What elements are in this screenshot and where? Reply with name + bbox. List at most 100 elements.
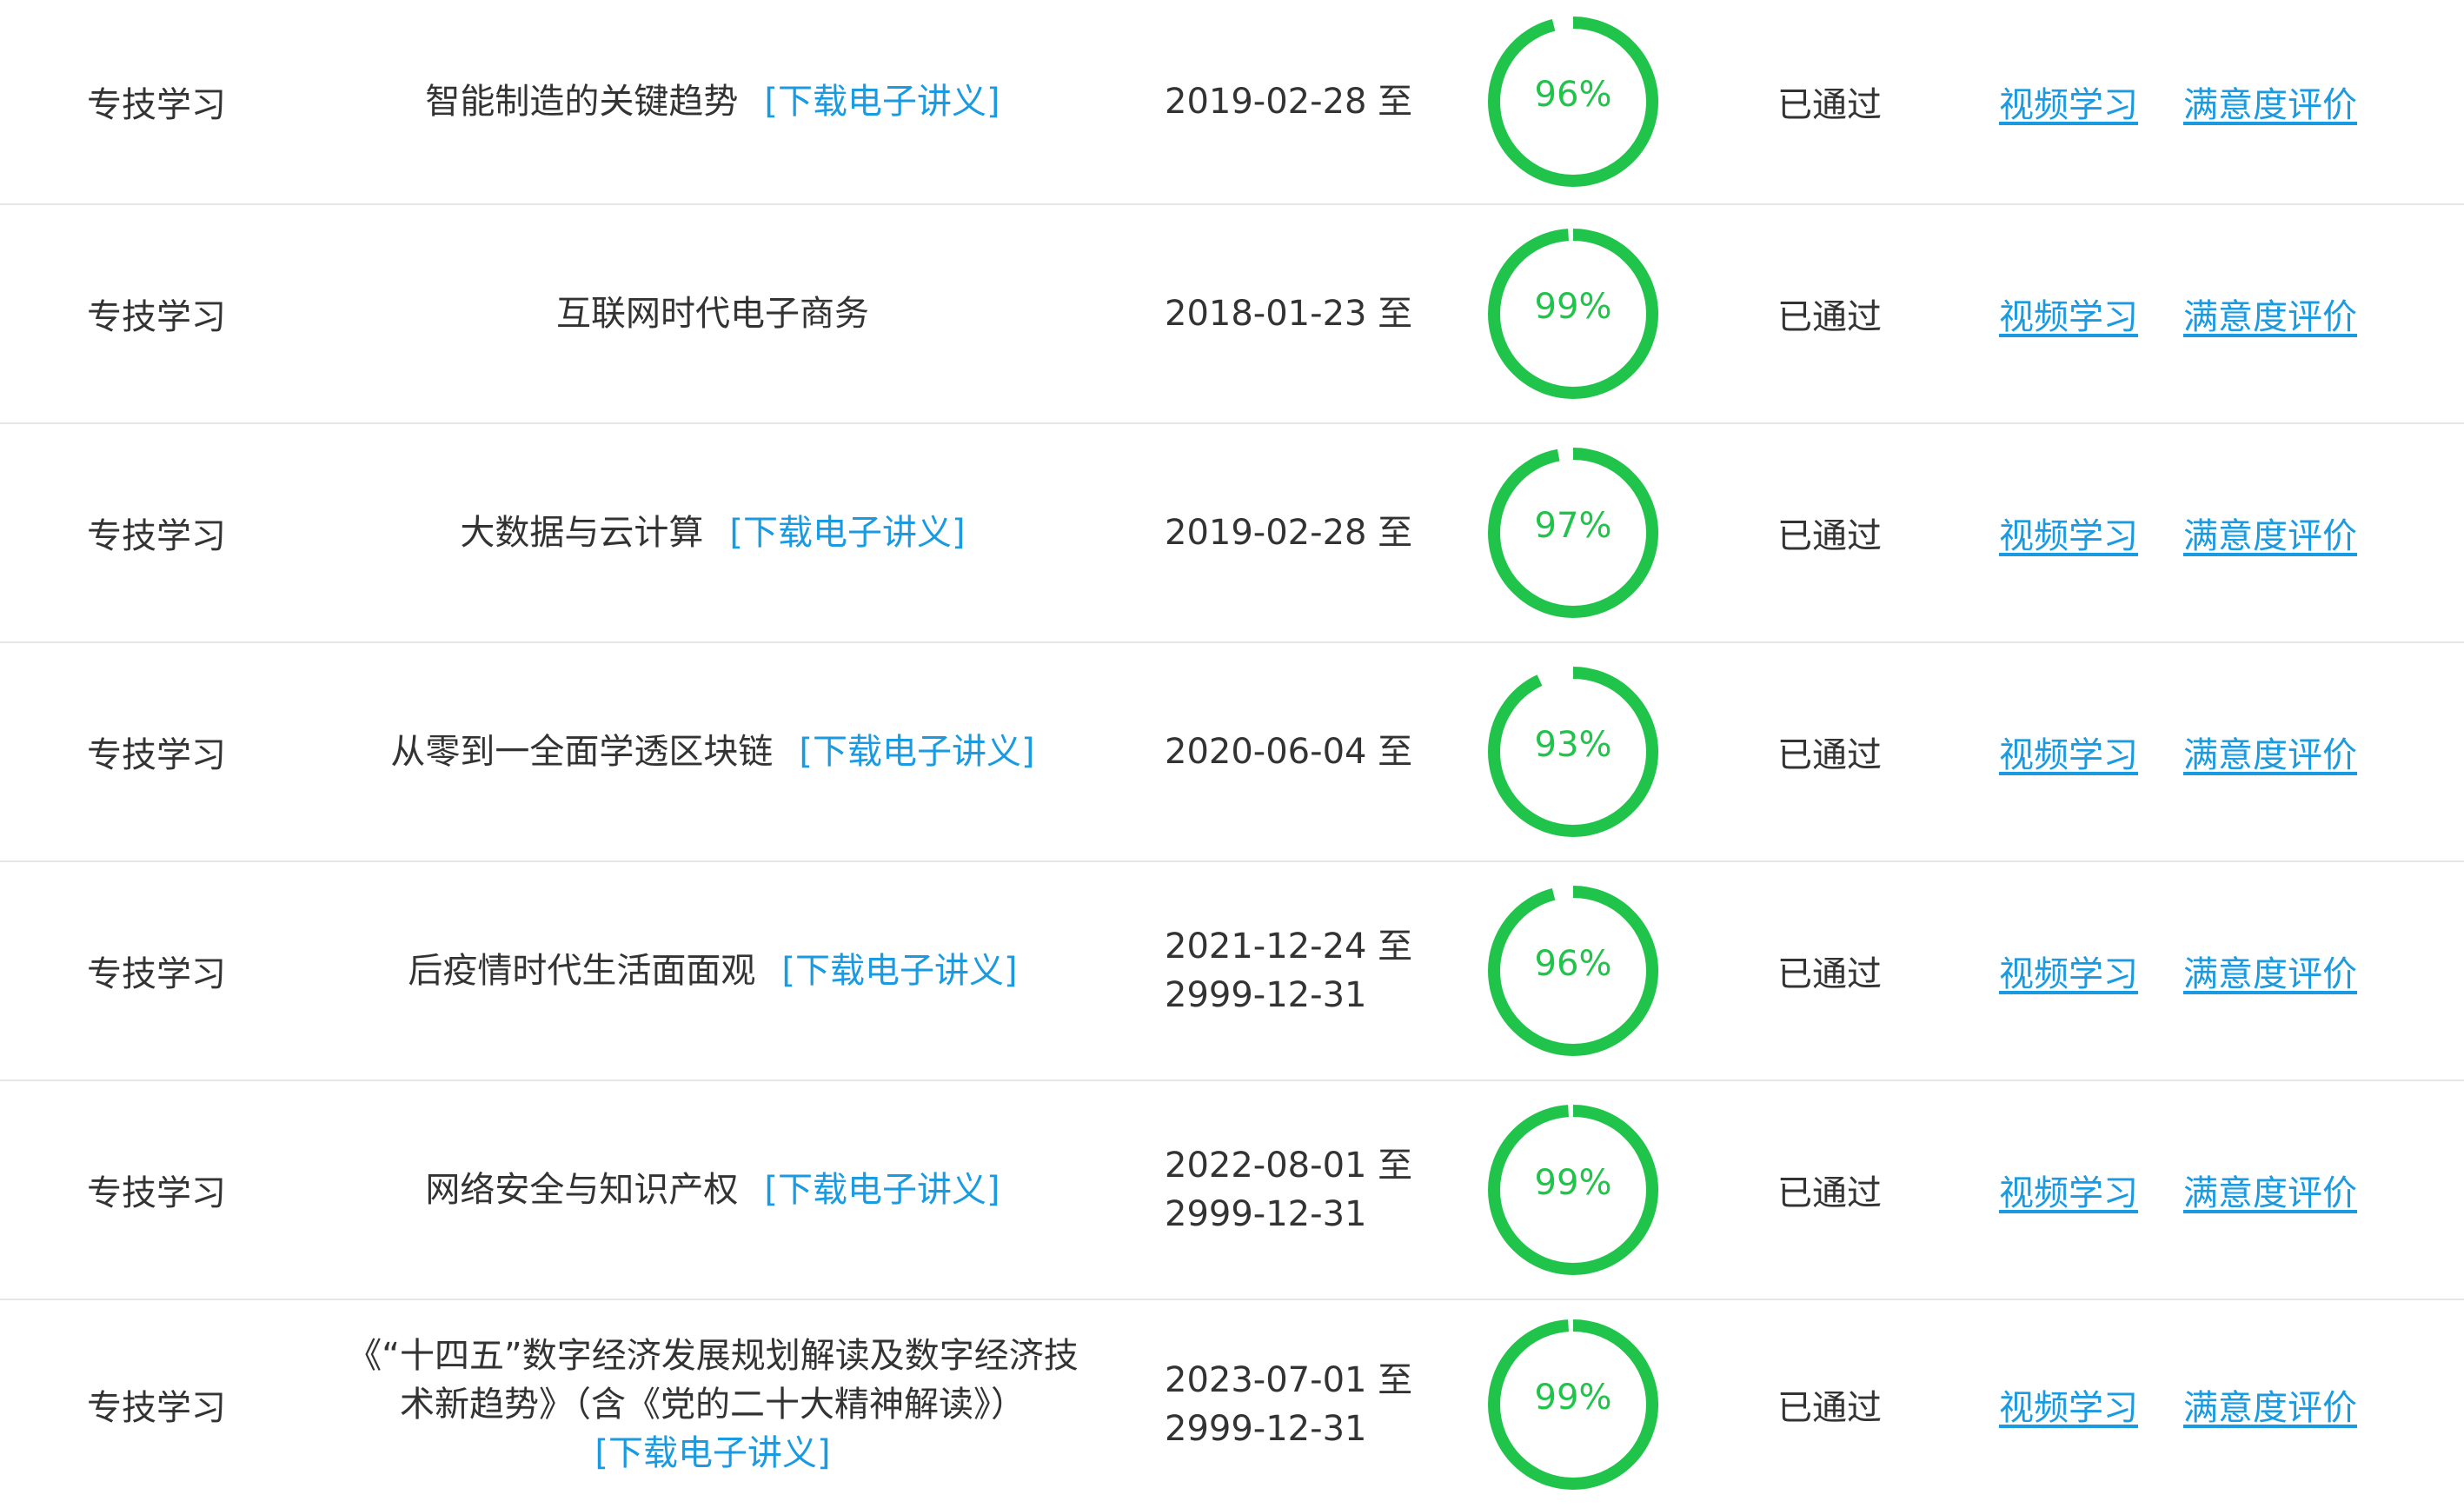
- status-text: 已通过: [1777, 297, 1882, 337]
- actions-cell: 视频学习 满意度评价: [1999, 205, 2416, 422]
- date-range: 2021-12-24 至 2999-12-31: [1165, 862, 1451, 1080]
- date-start: 2022-08-01 至: [1165, 1146, 1413, 1186]
- video-study-link[interactable]: 视频学习: [1999, 946, 2138, 996]
- progress-percent: 96%: [1534, 75, 1612, 115]
- actions-cell: 视频学习 满意度评价: [1999, 862, 2416, 1080]
- date-start: 2020-06-04 至: [1165, 732, 1413, 772]
- course-title-cell: 后疫情时代生活面面观 [下载电子讲义]: [313, 862, 1112, 1080]
- download-handout-link[interactable]: [下载电子讲义]: [799, 732, 1034, 772]
- actions-cell: 视频学习 满意度评价: [1999, 424, 2416, 641]
- progress-ring: 96%: [1488, 17, 1658, 187]
- status-text: 已通过: [1777, 1387, 1882, 1428]
- status-text: 已通过: [1777, 85, 1882, 125]
- course-type: 专技学习: [87, 735, 226, 775]
- course-title-cell: 网络安全与知识产权 [下载电子讲义]: [313, 1081, 1112, 1299]
- date-range: 2019-02-28 至: [1165, 424, 1451, 641]
- course-type: 专技学习: [87, 85, 226, 125]
- download-handout-link[interactable]: [下载电子讲义]: [729, 513, 965, 553]
- table-row: 专技学习 智能制造的关键趋势 [下载电子讲义] 2019-02-28 至 96% 已通过 视…: [0, 0, 2464, 205]
- status-text: 已通过: [1777, 954, 1882, 994]
- date-end: 2999-12-31: [1165, 975, 1367, 1015]
- course-title-cell: 互联网时代电子商务: [313, 205, 1112, 422]
- progress-ring: 99%: [1488, 229, 1658, 399]
- video-study-link[interactable]: 视频学习: [1999, 1165, 2138, 1215]
- date-range: 2020-06-04 至: [1165, 643, 1451, 860]
- table-row: 专技学习 从零到一全面学透区块链 [下载电子讲义] 2020-06-04 至 93% 已通…: [0, 643, 2464, 862]
- course-type: 专技学习: [87, 297, 226, 337]
- table-row: 专技学习 大数据与云计算 [下载电子讲义] 2019-02-28 至 97% 已通过 视频学…: [0, 424, 2464, 643]
- table-row: 专技学习 网络安全与知识产权 [下载电子讲义] 2022-08-01 至 2999-12…: [0, 1081, 2464, 1300]
- date-end: 2999-12-31: [1165, 1408, 1367, 1449]
- progress-percent: 93%: [1534, 725, 1612, 765]
- download-handout-link[interactable]: [下载电子讲义]: [764, 82, 1000, 122]
- video-study-link[interactable]: 视频学习: [1999, 727, 2138, 777]
- date-end: 2999-12-31: [1165, 1194, 1367, 1234]
- actions-cell: 视频学习 满意度评价: [1999, 1300, 2416, 1508]
- course-title: 后疫情时代生活面面观: [408, 951, 756, 991]
- status-text: 已通过: [1777, 1173, 1882, 1213]
- course-title: 智能制造的关键趋势: [425, 82, 739, 122]
- progress-percent: 99%: [1534, 1163, 1612, 1203]
- date-start: 2018-01-23 至: [1165, 294, 1413, 334]
- date-start: 2021-12-24 至: [1165, 927, 1413, 967]
- date-range: 2022-08-01 至 2999-12-31: [1165, 1081, 1451, 1299]
- course-type: 专技学习: [87, 954, 226, 994]
- course-title-cell: 《“十四五”数字经济发展规划解读及数字经济技术新趋势》（含《党的二十大精神解读》…: [313, 1300, 1112, 1508]
- course-title-cell: 从零到一全面学透区块链 [下载电子讲义]: [313, 643, 1112, 860]
- progress-cell: 96%: [1478, 0, 1669, 203]
- course-type: 专技学习: [87, 516, 226, 556]
- actions-cell: 视频学习 满意度评价: [1999, 0, 2416, 203]
- progress-ring: 93%: [1488, 667, 1658, 837]
- video-study-link[interactable]: 视频学习: [1999, 1379, 2138, 1430]
- table-row: 专技学习 互联网时代电子商务 2018-01-23 至 99% 已通过 视频学习 满意度评价: [0, 205, 2464, 424]
- satisfaction-eval-link[interactable]: 满意度评价: [2183, 1379, 2357, 1430]
- course-title: 网络安全与知识产权: [425, 1170, 739, 1210]
- progress-ring: 97%: [1488, 448, 1658, 618]
- satisfaction-eval-link[interactable]: 满意度评价: [2183, 289, 2357, 339]
- table-row: 专技学习 《“十四五”数字经济发展规划解读及数字经济技术新趋势》（含《党的二十大精…: [0, 1300, 2464, 1508]
- progress-cell: 97%: [1478, 424, 1669, 641]
- course-title: 互联网时代电子商务: [556, 294, 869, 334]
- course-title: 《“十四五”数字经济发展规划解读及数字经济技术新趋势》（含《党的二十大精神解读》…: [347, 1335, 1079, 1425]
- date-start: 2023-07-01 至: [1165, 1359, 1413, 1400]
- satisfaction-eval-link[interactable]: 满意度评价: [2183, 508, 2357, 558]
- download-handout-link[interactable]: [下载电子讲义]: [764, 1170, 1000, 1210]
- progress-ring: 99%: [1488, 1105, 1658, 1275]
- satisfaction-eval-link[interactable]: 满意度评价: [2183, 946, 2357, 996]
- actions-cell: 视频学习 满意度评价: [1999, 643, 2416, 860]
- progress-cell: 99%: [1478, 1300, 1669, 1508]
- satisfaction-eval-link[interactable]: 满意度评价: [2183, 727, 2357, 777]
- table-row: 专技学习 后疫情时代生活面面观 [下载电子讲义] 2021-12-24 至 2999-1…: [0, 862, 2464, 1081]
- progress-cell: 96%: [1478, 862, 1669, 1080]
- video-study-link[interactable]: 视频学习: [1999, 76, 2138, 127]
- status-text: 已通过: [1777, 516, 1882, 556]
- date-start: 2019-02-28 至: [1165, 513, 1413, 553]
- progress-percent: 99%: [1534, 287, 1612, 327]
- date-range: 2023-07-01 至 2999-12-31: [1165, 1300, 1451, 1508]
- course-title: 大数据与云计算: [460, 513, 704, 553]
- progress-cell: 99%: [1478, 205, 1669, 422]
- course-table: 专技学习 智能制造的关键趋势 [下载电子讲义] 2019-02-28 至 96% 已通过视…: [0, 0, 2464, 1508]
- progress-percent: 99%: [1534, 1377, 1612, 1418]
- satisfaction-eval-link[interactable]: 满意度评价: [2183, 1165, 2357, 1215]
- date-range: 2018-01-23 至: [1165, 205, 1451, 422]
- progress-ring: 96%: [1488, 886, 1658, 1056]
- course-title-cell: 大数据与云计算 [下载电子讲义]: [313, 424, 1112, 641]
- date-start: 2019-02-28 至: [1165, 82, 1413, 122]
- video-study-link[interactable]: 视频学习: [1999, 289, 2138, 339]
- progress-cell: 93%: [1478, 643, 1669, 860]
- status-text: 已通过: [1777, 735, 1882, 775]
- satisfaction-eval-link[interactable]: 满意度评价: [2183, 76, 2357, 127]
- course-title: 从零到一全面学透区块链: [390, 732, 774, 772]
- actions-cell: 视频学习 满意度评价: [1999, 1081, 2416, 1299]
- progress-percent: 96%: [1534, 944, 1612, 984]
- progress-cell: 99%: [1478, 1081, 1669, 1299]
- progress-percent: 97%: [1534, 506, 1612, 546]
- download-handout-link[interactable]: [下载电子讲义]: [781, 951, 1017, 991]
- course-type: 专技学习: [87, 1173, 226, 1213]
- progress-ring: 99%: [1488, 1319, 1658, 1490]
- date-range: 2019-02-28 至: [1165, 0, 1451, 203]
- download-handout-link[interactable]: [下载电子讲义]: [330, 1429, 1095, 1478]
- video-study-link[interactable]: 视频学习: [1999, 508, 2138, 558]
- course-title-cell: 智能制造的关键趋势 [下载电子讲义]: [313, 0, 1112, 203]
